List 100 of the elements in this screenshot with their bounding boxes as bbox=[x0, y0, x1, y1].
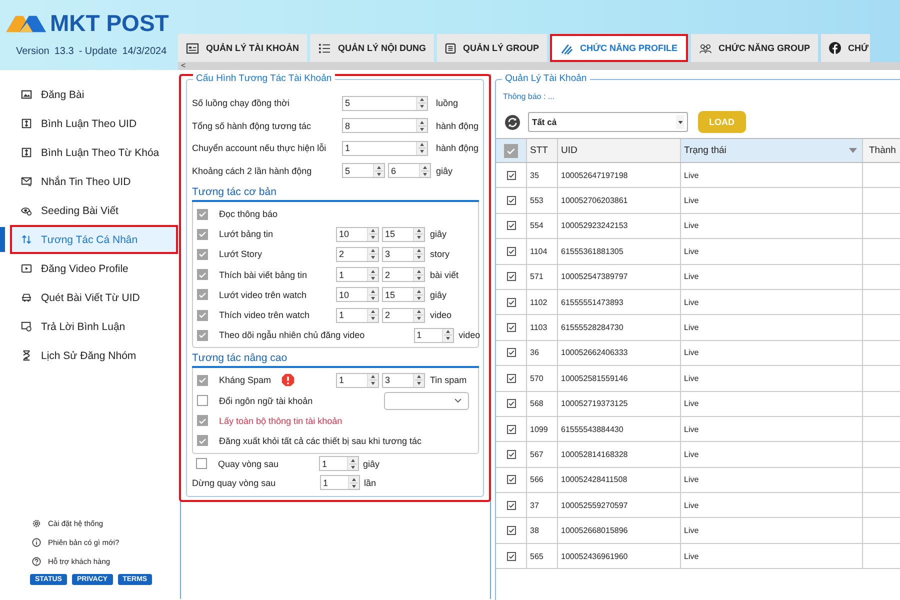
number-spinner[interactable]: 1 bbox=[414, 328, 454, 343]
checkmark-icon bbox=[508, 323, 514, 332]
checkbox[interactable] bbox=[197, 330, 208, 341]
checkbox[interactable] bbox=[197, 208, 208, 220]
refresh-icon[interactable] bbox=[505, 114, 520, 130]
checkbox[interactable] bbox=[197, 269, 208, 280]
number-spinner[interactable]: 1 bbox=[336, 267, 379, 282]
table-cell: 554 bbox=[527, 214, 558, 238]
setting-label: Chuyển account nếu thực hiện lỗi bbox=[192, 143, 328, 154]
option-label: Kháng Spam bbox=[219, 375, 272, 386]
number-spinner[interactable]: 10 bbox=[336, 287, 379, 302]
setting-label: Số luồng chạy đồng thời bbox=[192, 98, 290, 108]
row-checkbox[interactable] bbox=[506, 196, 516, 206]
filter-dropdown[interactable]: Tất cả bbox=[528, 112, 688, 132]
row-checkbox[interactable] bbox=[506, 450, 516, 459]
checkbox[interactable] bbox=[197, 310, 208, 321]
number-spinner[interactable]: 15 bbox=[382, 226, 425, 242]
checkbox[interactable] bbox=[504, 144, 518, 158]
checkbox[interactable] bbox=[197, 248, 208, 260]
table-cell: 36 bbox=[527, 340, 558, 366]
sidebar-item[interactable]: Đăng Video Profile bbox=[0, 254, 178, 283]
checkmark-icon bbox=[198, 229, 207, 240]
number-spinner[interactable]: 1 bbox=[336, 308, 379, 323]
row-checkbox[interactable] bbox=[506, 475, 516, 484]
sidebar-item[interactable]: Bình Luận Theo UID bbox=[0, 109, 178, 138]
sidebar-item[interactable]: Đăng Bài bbox=[0, 80, 178, 109]
column-header[interactable]: STT bbox=[527, 139, 558, 162]
checkbox[interactable] bbox=[197, 415, 208, 426]
facebook-icon bbox=[828, 42, 841, 54]
table-cell: Live bbox=[681, 518, 863, 543]
row-checkbox[interactable] bbox=[506, 348, 516, 358]
tab[interactable]: QUẢN LÝ NỘI DUNG bbox=[310, 34, 434, 62]
sidebar-item[interactable]: Seeding Bài Viết bbox=[0, 196, 178, 225]
number-spinner[interactable]: 1 bbox=[319, 456, 359, 472]
unit-label: giây bbox=[363, 458, 380, 469]
unit-label: lần bbox=[364, 478, 376, 488]
sidebar-item[interactable]: Quét Bài Viết Từ UID bbox=[0, 283, 178, 312]
table-cell: Live bbox=[681, 493, 863, 518]
number-spinner[interactable]: 6 bbox=[388, 163, 431, 178]
column-header[interactable]: Trạng thái bbox=[681, 139, 863, 162]
scroll-left-button[interactable]: < bbox=[178, 62, 186, 70]
image-icon bbox=[21, 89, 32, 100]
sidebar-item[interactable]: Bình Luận Theo Từ Khóa bbox=[0, 138, 178, 167]
checkbox[interactable] bbox=[196, 458, 207, 470]
table-cell: 571 bbox=[527, 264, 558, 289]
table-cell: Live bbox=[681, 442, 863, 467]
row-checkbox[interactable] bbox=[506, 221, 516, 230]
number-spinner[interactable]: 1 bbox=[342, 140, 428, 156]
row-checkbox[interactable] bbox=[506, 272, 516, 282]
notice-text: Thông báo : ... bbox=[502, 92, 556, 101]
unit-label: giây bbox=[436, 166, 453, 176]
number-spinner[interactable]: 2 bbox=[336, 246, 379, 262]
option-label: Thích bài viết bảng tin bbox=[219, 270, 308, 280]
checkbox[interactable] bbox=[197, 395, 208, 406]
table-cell: 1099 bbox=[527, 416, 558, 442]
table-cell: 38 bbox=[527, 518, 558, 543]
people-icon bbox=[698, 42, 712, 54]
table-cell: 61555543884430 bbox=[558, 416, 681, 442]
checkbox[interactable] bbox=[197, 374, 208, 386]
checkbox[interactable] bbox=[197, 289, 208, 300]
column-header[interactable]: Thành bbox=[863, 139, 900, 162]
row-checkbox[interactable] bbox=[506, 298, 516, 307]
table-cell: 35 bbox=[527, 163, 558, 188]
tab[interactable]: CHỨC NĂNG GROUP bbox=[690, 34, 818, 62]
sidebar-item[interactable]: Nhắn Tin Theo UID bbox=[0, 167, 178, 196]
number-spinner[interactable]: 1 bbox=[320, 475, 360, 490]
sidebar-item[interactable]: Trả Lời Bình Luận bbox=[0, 312, 178, 341]
sidebar-item[interactable]: Tương Tác Cá Nhân bbox=[10, 225, 178, 254]
row-checkbox[interactable] bbox=[506, 246, 516, 256]
scroll-bar[interactable]: < bbox=[178, 62, 900, 70]
number-spinner[interactable]: 5 bbox=[342, 96, 428, 111]
row-checkbox[interactable] bbox=[506, 374, 516, 383]
number-spinner[interactable]: 8 bbox=[342, 118, 428, 134]
row-checkbox[interactable] bbox=[506, 170, 516, 180]
row-checkbox[interactable] bbox=[506, 552, 516, 561]
row-checkbox[interactable] bbox=[506, 323, 516, 332]
row-checkbox[interactable] bbox=[506, 500, 516, 510]
sort-arrows-icon bbox=[21, 234, 32, 245]
table-cell: Live bbox=[681, 290, 863, 314]
number-spinner[interactable]: 5 bbox=[342, 163, 385, 178]
tab[interactable]: CHỨC NĂNG PROFILE bbox=[550, 34, 688, 62]
tab[interactable]: CHỨ bbox=[820, 34, 870, 62]
row-checkbox[interactable] bbox=[506, 399, 516, 408]
checkbox[interactable] bbox=[197, 228, 208, 240]
number-spinner[interactable]: 2 bbox=[382, 308, 425, 323]
table-cell: 100052719373125 bbox=[558, 392, 681, 416]
number-spinner[interactable]: 3 bbox=[382, 246, 425, 262]
tab[interactable]: QUẢN LÝ TÀI KHOẢN bbox=[178, 34, 307, 62]
row-checkbox[interactable] bbox=[506, 424, 516, 434]
tab[interactable]: QUẢN LÝ GROUP bbox=[437, 34, 548, 62]
row-checkbox[interactable] bbox=[506, 526, 516, 536]
number-spinner[interactable]: 2 bbox=[382, 267, 425, 282]
sidebar-item[interactable]: Lịch Sử Đăng Nhóm bbox=[0, 341, 178, 370]
number-spinner[interactable]: 15 bbox=[382, 287, 425, 302]
number-spinner[interactable]: 3 bbox=[382, 372, 425, 388]
checkbox[interactable] bbox=[197, 435, 208, 446]
table-cell: 61555528284730 bbox=[558, 315, 681, 340]
number-spinner[interactable]: 10 bbox=[336, 226, 379, 242]
number-spinner[interactable]: 1 bbox=[336, 372, 379, 388]
checkmark-icon bbox=[508, 348, 514, 358]
